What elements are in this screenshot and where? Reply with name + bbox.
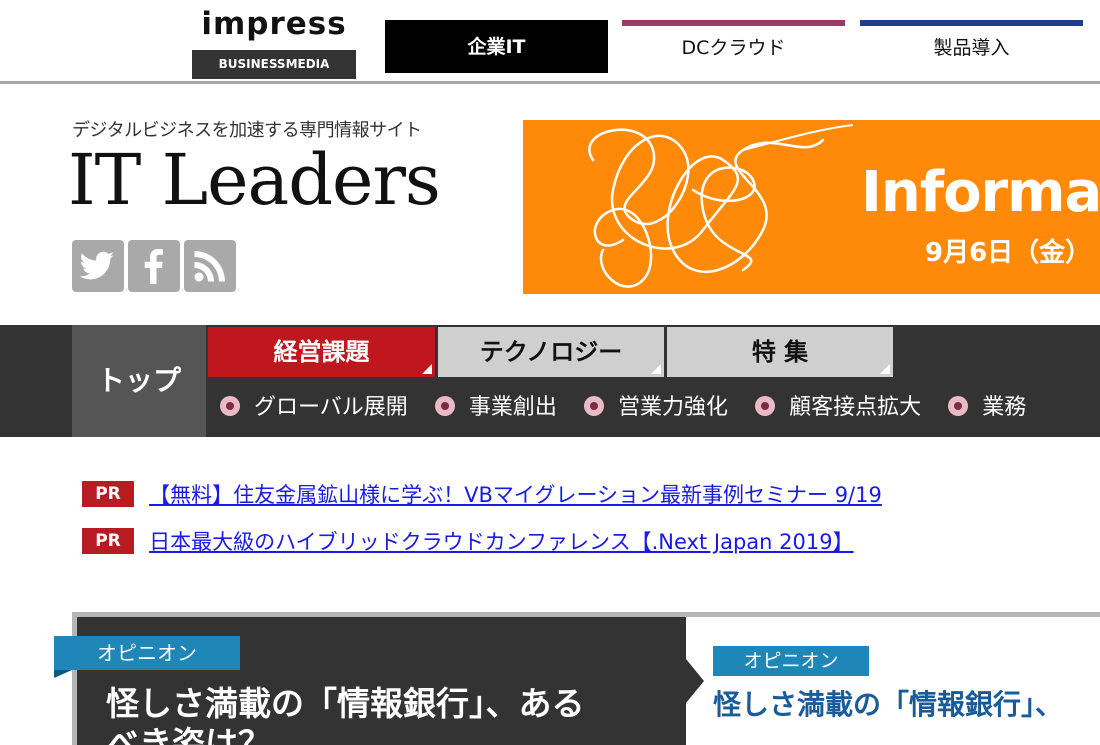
feature-arrow-icon	[686, 659, 704, 703]
subnav-item-kokyaku[interactable]: 顧客接点拡大	[755, 389, 921, 421]
feature-main-tag: オピニオン	[54, 636, 240, 670]
twitter-button[interactable]	[72, 240, 124, 292]
subnav-label: 事業創出	[468, 395, 557, 420]
tab-kigyo-it[interactable]: 企業IT	[385, 20, 608, 73]
subnav-item-jigyou[interactable]: 事業創出	[434, 389, 557, 421]
banner-title: Informat	[861, 160, 1100, 225]
nav-tab-keiei-kadai[interactable]: 経営課題	[208, 327, 435, 377]
twitter-icon	[79, 251, 114, 280]
scribble-graphic	[588, 124, 854, 288]
subnav-label: 営業力強化	[617, 395, 728, 420]
bullet-icon	[220, 396, 240, 416]
ad-banner[interactable]: Informat 9月6日（金）	[523, 120, 1100, 294]
nav-tab-tokushu[interactable]: 特 集	[667, 327, 893, 377]
site-logo[interactable]: IT Leaders	[68, 140, 441, 220]
pr-badge: PR	[82, 481, 134, 507]
corner-triangle-icon	[651, 364, 661, 374]
facebook-button[interactable]	[128, 240, 180, 292]
corner-triangle-icon	[422, 364, 432, 374]
pr-row: PR 日本最大級のハイブリッドクラウドカンファレンス【.Next Japan 2…	[82, 526, 854, 556]
impress-logo-word: impress	[201, 6, 347, 42]
pr-link-conference[interactable]: 日本最大級のハイブリッドクラウドカンファレンス【.Next Japan 2019…	[149, 526, 854, 556]
pr-badge: PR	[82, 528, 134, 554]
bullet-icon	[583, 396, 604, 416]
feature-main-title[interactable]: 怪しさ満載の「情報銀行」、ある	[106, 684, 666, 724]
nav-top[interactable]: トップ	[72, 325, 206, 437]
tag-fold-icon	[54, 670, 72, 678]
rss-button[interactable]	[184, 240, 236, 292]
feature-main-title-line2[interactable]: べき姿は？	[106, 724, 271, 745]
banner-date: 9月6日（金）	[925, 238, 1092, 268]
nav-tab-label: 特 集	[751, 338, 809, 366]
subnav-label: 顧客接点拡大	[789, 395, 922, 420]
pr-row: PR 【無料】住友金属鉱山様に学ぶ！VBマイグレーション最新事例セミナー 9/1…	[82, 479, 882, 509]
corner-triangle-icon	[880, 364, 890, 374]
bullet-icon	[434, 396, 455, 416]
impress-logo[interactable]: impress BUSINESSMEDIA	[192, 5, 356, 79]
bullet-icon	[948, 396, 969, 416]
subnav-item-gyoumu[interactable]: 業務	[948, 389, 1026, 421]
feature-side-tag: オピニオン	[713, 646, 869, 676]
nav-tab-label: テクノロジー	[479, 338, 623, 366]
top-bar: impress BUSINESSMEDIA 企業IT DCクラウド 製品導入	[0, 0, 1100, 84]
nav-tab-technology[interactable]: テクノロジー	[438, 327, 664, 377]
facebook-icon	[144, 249, 163, 284]
feature-side-title[interactable]: 怪しさ満載の「情報銀行」、	[713, 683, 1063, 723]
sub-nav: グローバル展開 事業創出 営業力強化 顧客接点拡大 業務	[220, 389, 1048, 421]
tab-dc-cloud[interactable]: DCクラウド	[622, 20, 845, 73]
pr-link-seminar[interactable]: 【無料】住友金属鉱山様に学ぶ！VBマイグレーション最新事例セミナー 9/19	[149, 479, 882, 509]
rss-icon	[194, 251, 225, 282]
tab-seihin-dounyu[interactable]: 製品導入	[860, 20, 1083, 73]
subnav-label: グローバル展開	[254, 395, 408, 420]
subnav-label: 業務	[982, 395, 1027, 420]
subnav-item-global[interactable]: グローバル展開	[220, 389, 408, 421]
bullet-icon	[755, 396, 776, 416]
subnav-item-eigyou[interactable]: 営業力強化	[583, 389, 728, 421]
impress-logo-sub: BUSINESSMEDIA	[192, 50, 356, 79]
nav-tab-label: 経営課題	[273, 338, 370, 366]
global-nav: トップ 経営課題 テクノロジー 特 集 グローバル展開 事業創出 営業力強化 顧…	[0, 325, 1100, 437]
